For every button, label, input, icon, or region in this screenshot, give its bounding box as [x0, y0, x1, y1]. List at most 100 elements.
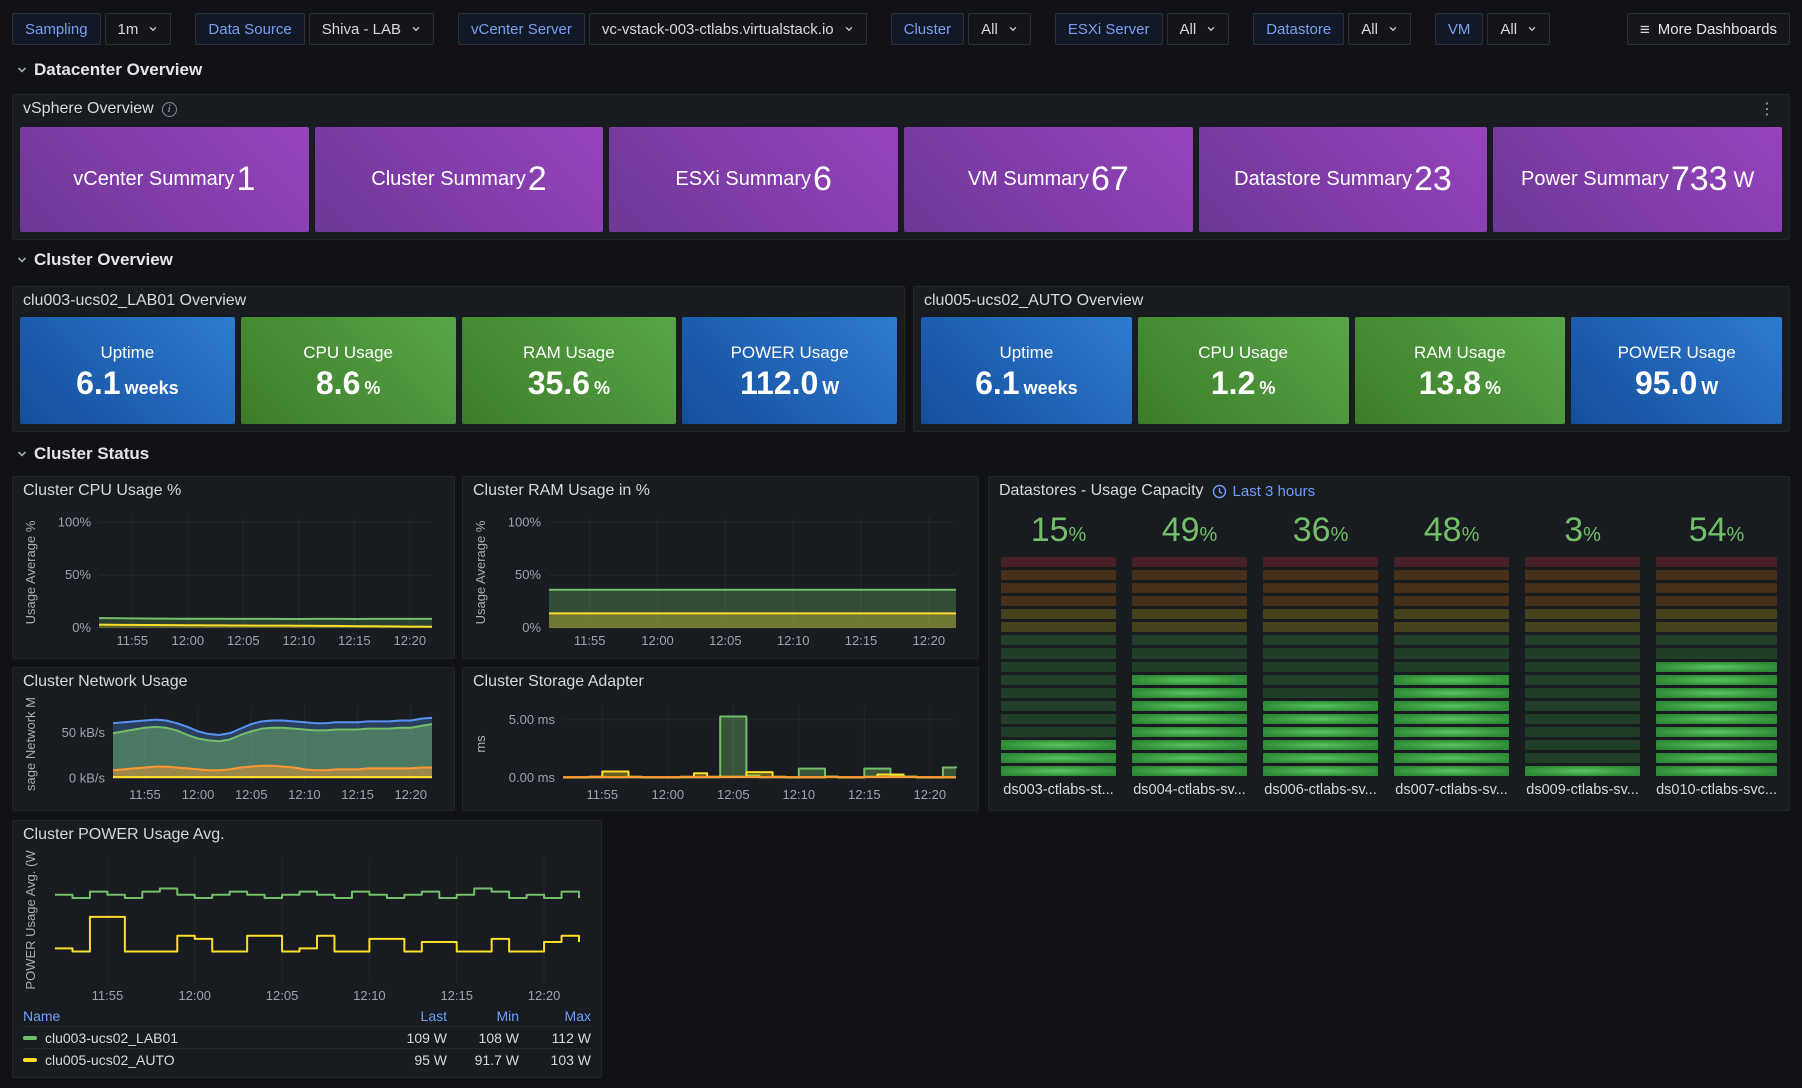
panel-cluster-ram: Cluster RAM Usage in % 11:5512:0012:0512…: [462, 476, 979, 659]
stat-tile-unit: W: [1734, 167, 1755, 193]
variable-value-datastore[interactable]: All: [1348, 13, 1411, 45]
section-cluster-overview[interactable]: Cluster Overview: [16, 250, 173, 270]
stat-tile-label: VM Summary: [968, 168, 1089, 191]
panel-title-cluster1[interactable]: clu003-ucs02_LAB01 Overview: [13, 287, 904, 315]
stat-tile-value: 8.6: [316, 365, 360, 401]
gauge-cells: [1263, 557, 1378, 776]
gauge-cell: [1263, 714, 1378, 724]
panel-title-datastores[interactable]: Datastores - Usage Capacity Last 3 hours: [989, 477, 1789, 505]
stat-tile-value-line: 8.6%: [316, 367, 381, 399]
gauge-cells: [1656, 557, 1777, 776]
stat-tile-label: RAM Usage: [523, 343, 615, 363]
stat-tile-vm-summary: VM Summary67: [904, 127, 1193, 232]
gauge-cell: [1132, 583, 1247, 593]
svg-text:11:55: 11:55: [129, 787, 161, 802]
panel-title-cpu[interactable]: Cluster CPU Usage %: [13, 477, 454, 505]
storage-svg: 11:5512:0012:0512:1012:1512:200.00 ms5.0…: [471, 696, 970, 806]
info-icon: i: [162, 102, 177, 117]
svg-text:12:00: 12:00: [172, 633, 205, 648]
legend-series-name[interactable]: clu005-ucs02_AUTO: [23, 1052, 375, 1068]
stat-tile-value: 95.0: [1635, 365, 1697, 401]
variable-value-data-source[interactable]: Shiva - LAB: [309, 13, 434, 45]
svg-text:100%: 100%: [58, 514, 92, 529]
variable-value-text: All: [1180, 21, 1197, 38]
stat-tile-unit: %: [364, 378, 380, 398]
panel-title-storage[interactable]: Cluster Storage Adapter: [463, 668, 978, 696]
panel-title-network[interactable]: Cluster Network Usage: [13, 668, 454, 696]
gauge-cell: [1525, 662, 1640, 672]
ram-chart: 11:5512:0012:0512:1012:1512:200%50%100%U…: [471, 507, 970, 652]
panel-cluster2-overview: clu005-ucs02_AUTO Overview Uptime6.1week…: [913, 286, 1790, 432]
gauge-label: ds004-ctlabs-sv...: [1132, 782, 1247, 802]
network-svg: 11:5512:0012:0512:1012:1512:200 kB/s50 k…: [21, 696, 446, 806]
stat-tile-label: POWER Usage: [731, 343, 849, 363]
stat-tile-value: 1: [236, 160, 255, 199]
legend-series-label: clu003-ucs02_LAB01: [45, 1030, 178, 1046]
stat-tile-value: 1.2: [1211, 365, 1255, 401]
gauge-cell: [1525, 609, 1640, 619]
legend-header-max[interactable]: Max: [519, 1008, 591, 1024]
gauge-cell: [1394, 557, 1509, 567]
variable-value-esxi-server[interactable]: All: [1167, 13, 1230, 45]
variable-value-sampling[interactable]: 1m: [105, 13, 172, 45]
svg-text:12:15: 12:15: [848, 787, 881, 802]
stat-tile-value-line: 6.1weeks: [975, 367, 1078, 399]
legend-series-label: clu005-ucs02_AUTO: [45, 1052, 175, 1068]
more-dashboards-button[interactable]: ≡ More Dashboards: [1627, 13, 1790, 45]
section-title: Datacenter Overview: [34, 60, 202, 80]
legend-header-last[interactable]: Last: [375, 1008, 447, 1024]
svg-text:100%: 100%: [508, 514, 542, 529]
variable-groups: Sampling1mData SourceShiva - LABvCenter …: [12, 13, 1574, 45]
svg-text:12:20: 12:20: [394, 787, 427, 802]
legend-header-name[interactable]: Name: [23, 1008, 375, 1024]
stat-tile-cpu-usage: CPU Usage8.6%: [241, 317, 456, 424]
section-cluster-status[interactable]: Cluster Status: [16, 444, 149, 464]
variable-value-vcenter-server[interactable]: vc-vstack-003-ctlabs.virtualstack.io: [589, 13, 867, 45]
svg-text:12:15: 12:15: [341, 787, 374, 802]
variable-datastore: DatastoreAll: [1253, 13, 1411, 45]
panel-title-cluster2[interactable]: clu005-ucs02_AUTO Overview: [914, 287, 1789, 315]
section-datacenter-overview[interactable]: Datacenter Overview: [16, 60, 202, 80]
legend-min-value: 91.7 W: [447, 1052, 519, 1068]
svg-text:12:15: 12:15: [440, 988, 473, 1003]
legend-header-min[interactable]: Min: [447, 1008, 519, 1024]
stat-tile-uptime: Uptime6.1weeks: [20, 317, 235, 424]
panel-title-ram[interactable]: Cluster RAM Usage in %: [463, 477, 978, 505]
gauge-cell: [1263, 662, 1378, 672]
panel-cluster-storage: Cluster Storage Adapter 11:5512:0012:051…: [462, 667, 979, 811]
panel-menu-icon[interactable]: ⋮: [1755, 99, 1779, 119]
legend-series-name[interactable]: clu003-ucs02_LAB01: [23, 1030, 375, 1046]
gauge-cell: [1263, 557, 1378, 567]
time-range-badge[interactable]: Last 3 hours: [1212, 483, 1316, 500]
variable-value-cluster[interactable]: All: [968, 13, 1031, 45]
gauge-cell: [1525, 727, 1640, 737]
svg-text:12:00: 12:00: [182, 787, 215, 802]
svg-text:12:10: 12:10: [783, 787, 816, 802]
panel-title-text: clu003-ucs02_LAB01 Overview: [23, 292, 246, 310]
gauge-cell: [1001, 557, 1116, 567]
gauge-cell: [1656, 635, 1777, 645]
cpu-svg: 11:5512:0012:0512:1012:1512:200%50%100%U…: [21, 507, 446, 652]
cluster2-tiles: Uptime6.1weeksCPU Usage1.2%RAM Usage13.8…: [921, 317, 1782, 424]
gauge-cell: [1656, 740, 1777, 750]
stat-tile-label: ESXi Summary: [675, 168, 811, 191]
panel-title-power[interactable]: Cluster POWER Usage Avg.: [13, 821, 601, 849]
chevron-down-icon: [148, 21, 158, 38]
gauge-cell: [1656, 727, 1777, 737]
panel-title-text: Datastores - Usage Capacity: [999, 482, 1204, 500]
svg-text:12:00: 12:00: [178, 988, 211, 1003]
panel-title-vsphere[interactable]: vSphere Overview i ⋮: [13, 95, 1789, 123]
svg-text:0.00 ms: 0.00 ms: [509, 770, 556, 785]
gauge-label: ds009-ctlabs-sv...: [1525, 782, 1640, 802]
gauge-cell: [1001, 622, 1116, 632]
variable-value-text: All: [1361, 21, 1378, 38]
variable-label-data-source: Data Source: [195, 13, 304, 45]
gauge-cell: [1656, 766, 1777, 776]
variable-value-vm[interactable]: All: [1487, 13, 1550, 45]
gauge-cell: [1394, 714, 1509, 724]
gauge-cell: [1525, 753, 1640, 763]
svg-text:12:10: 12:10: [283, 633, 316, 648]
gauge-cell: [1394, 753, 1509, 763]
power-legend: NameLastMinMaxclu003-ucs02_LAB01109 W108…: [23, 1005, 591, 1071]
gauge-cell: [1525, 583, 1640, 593]
